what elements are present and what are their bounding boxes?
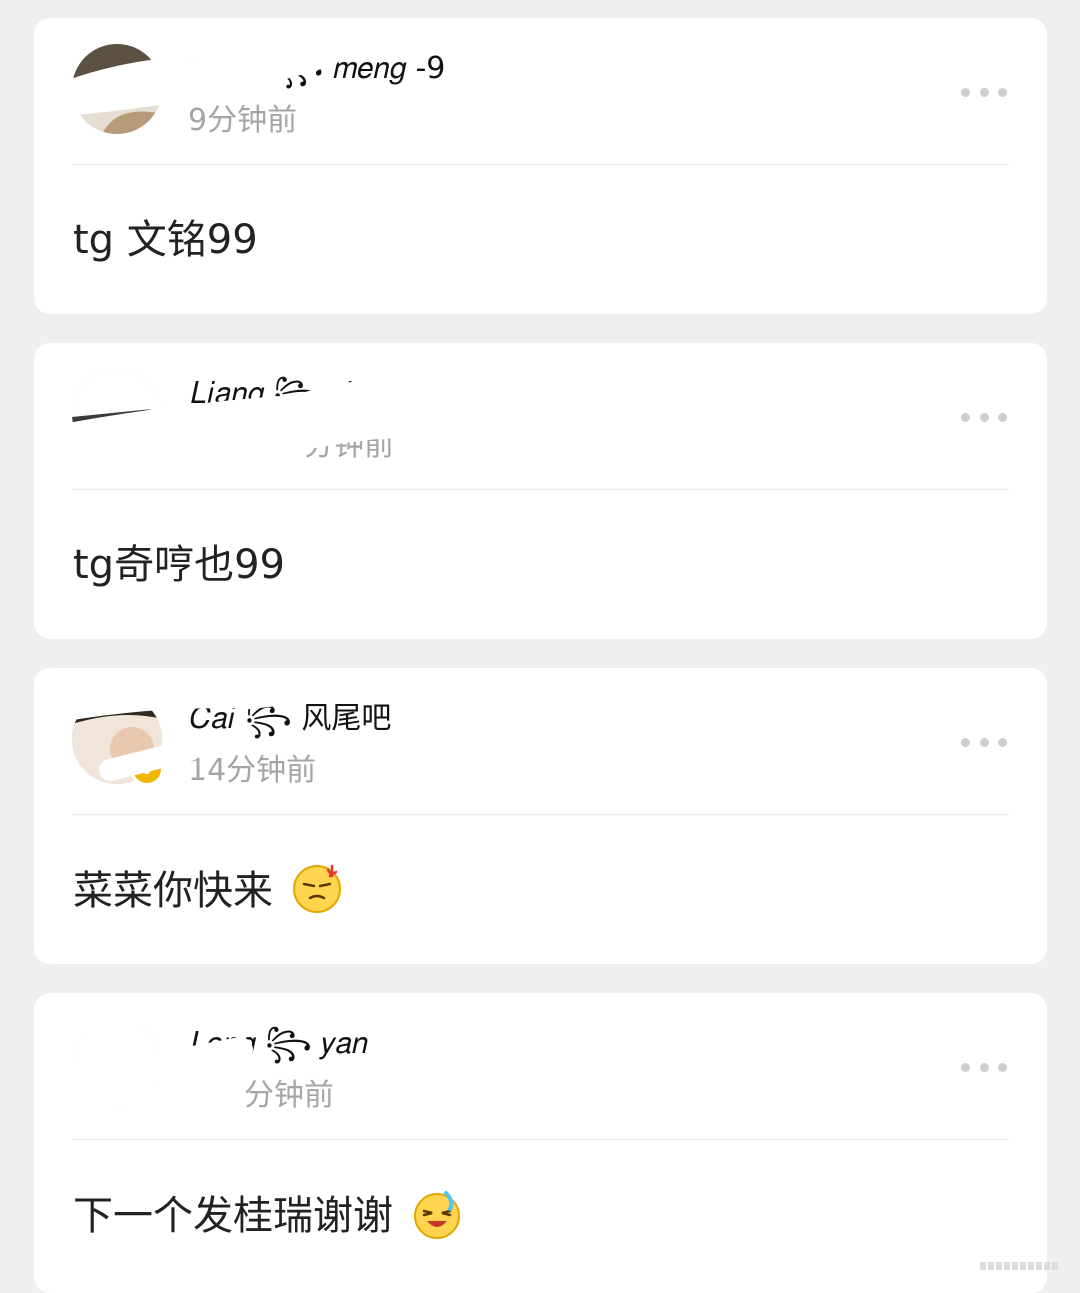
user-avatar-icon[interactable] [72, 369, 162, 459]
comment-text: 下一个发桂瑞谢谢 [73, 1189, 462, 1242]
comment-feed: 𝑊𝑎𝑛𝑔 ꧂ 𝑚𝑒𝑛𝑔 -9 9分钟前 tg 文铭99 𝐿𝑖𝑎𝑛𝑔 ꧂ 𝑦𝑖 -… [34, 18, 1047, 1293]
more-dots-icon[interactable] [961, 1061, 1007, 1073]
divider [72, 1139, 1009, 1140]
divider [72, 489, 1009, 490]
comment-text-content: tg 文铭99 [73, 217, 258, 263]
comment-text: tg奇哼也99 [73, 539, 285, 591]
divider [72, 164, 1009, 165]
redaction-scribble [34, 369, 499, 475]
comment-text-content: tg奇哼也99 [73, 542, 285, 588]
divider [72, 814, 1009, 815]
comment-text: tg 文铭99 [73, 214, 258, 266]
comment-text-content: 下一个发桂瑞谢谢 [73, 1193, 393, 1239]
post-time: 分钟前 [244, 1078, 334, 1113]
post-time: 14分钟前 [188, 753, 317, 788]
redaction-scribble [34, 18, 396, 123]
user-avatar-icon[interactable] [72, 1019, 162, 1109]
more-dots-icon[interactable] [961, 736, 1007, 748]
username[interactable]: 𝐿𝑖𝑎𝑛𝑔 ꧂ 𝑦𝑖 -9 [190, 373, 391, 415]
username[interactable]: 𝐶𝑎𝑖 ꧂ 风尾吧 [190, 698, 391, 740]
more-dots-icon[interactable] [961, 411, 1007, 423]
comment-text-content: 菜菜你快来 [73, 868, 273, 914]
redaction-scribble [34, 668, 534, 781]
comment-card[interactable]: 𝑊𝑎𝑛𝑔 ꧂ 𝑚𝑒𝑛𝑔 -9 9分钟前 tg 文铭99 [34, 18, 1047, 314]
post-time: 9分钟前 [188, 103, 298, 138]
user-avatar-icon[interactable] [72, 44, 162, 134]
verified-badge: V [130, 752, 164, 786]
watermark [980, 1262, 1058, 1270]
username[interactable]: 𝑊𝑎𝑛𝑔 ꧂ 𝑚𝑒𝑛𝑔 -9 [190, 48, 445, 90]
comment-text: 菜菜你快来 [73, 864, 342, 917]
comment-card[interactable]: 𝐿𝑜𝑛𝑔 ꧂ 𝑦𝑎𝑛 分钟前 下一个发桂瑞谢谢 [34, 993, 1047, 1293]
crying-laugh-emoji [413, 1191, 460, 1239]
redaction-scribble [34, 993, 253, 1115]
post-time: 分钟前 [304, 428, 394, 463]
username[interactable]: 𝐿𝑜𝑛𝑔 ꧂ 𝑦𝑎𝑛 [190, 1023, 368, 1065]
comment-card[interactable]: V 𝐶𝑎𝑖 ꧂ 风尾吧 14分钟前 菜菜你快来 [34, 668, 1047, 964]
comment-card[interactable]: 𝐿𝑖𝑎𝑛𝑔 ꧂ 𝑦𝑖 -9 分钟前 tg奇哼也99 [34, 343, 1047, 639]
angry-face-emoji [292, 864, 341, 913]
more-dots-icon[interactable] [961, 86, 1007, 98]
